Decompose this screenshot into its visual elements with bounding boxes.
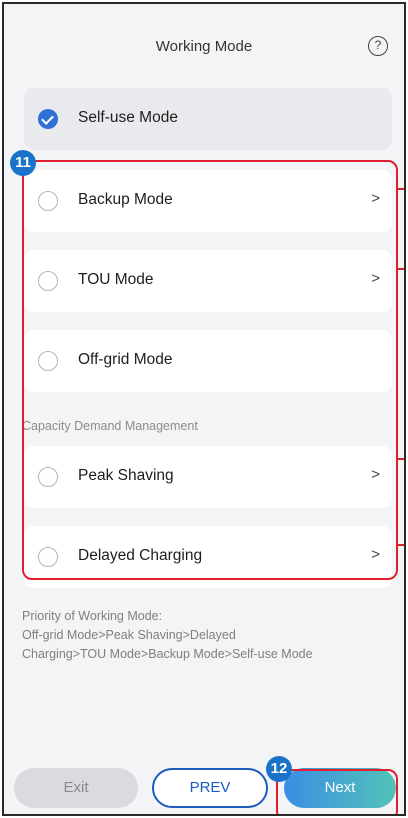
callout-badge-11: 11 <box>10 150 36 176</box>
phone-screen: Working Mode ? Self-use Mode Backup Mode… <box>2 2 406 816</box>
priority-line: Priority of Working Mode: <box>22 609 163 623</box>
page-title: Working Mode <box>155 38 253 55</box>
callout-line <box>396 268 404 270</box>
priority-line: Charging>TOU Mode>Backup Mode>Self-use M… <box>22 647 313 661</box>
prev-button[interactable]: PREV <box>152 768 268 808</box>
callout-line <box>396 188 404 190</box>
callout-line <box>396 544 404 546</box>
callout-box-12 <box>276 769 398 814</box>
mode-label: Self-use Mode <box>78 109 178 126</box>
callout-badge-12: 12 <box>266 756 292 782</box>
callout-box-11 <box>22 160 398 580</box>
mode-self-use[interactable]: Self-use Mode <box>24 88 392 150</box>
help-icon[interactable]: ? <box>368 36 388 56</box>
callout-line <box>396 458 404 460</box>
priority-description: Priority of Working Mode: Off-grid Mode>… <box>22 607 402 664</box>
radio-checked-icon <box>38 109 58 129</box>
priority-line: Off-grid Mode>Peak Shaving>Delayed <box>22 628 236 642</box>
header: Working Mode ? <box>4 4 404 90</box>
exit-button[interactable]: Exit <box>14 768 138 808</box>
